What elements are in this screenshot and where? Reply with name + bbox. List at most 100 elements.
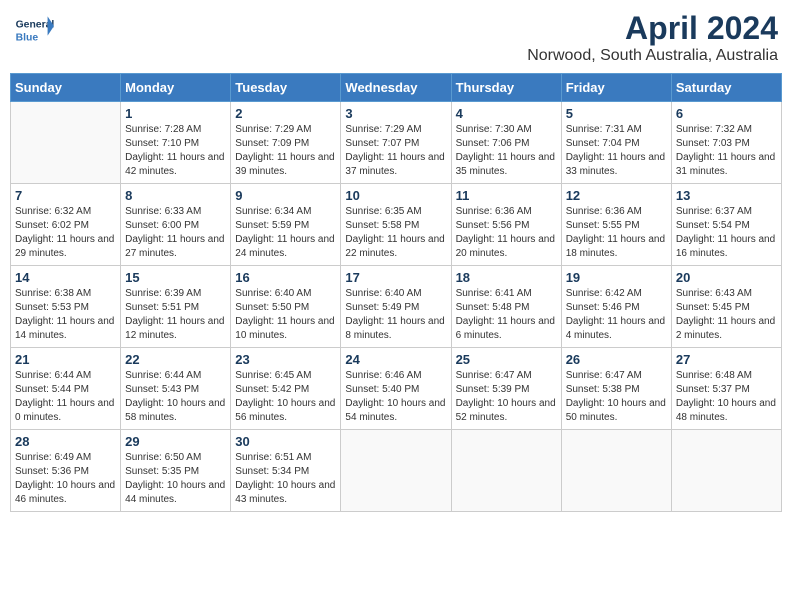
day-info: Sunrise: 7:30 AM Sunset: 7:06 PM Dayligh… xyxy=(456,123,557,179)
day-number: 21 xyxy=(15,352,116,367)
day-number: 9 xyxy=(235,188,336,203)
day-number: 27 xyxy=(676,352,777,367)
day-number: 4 xyxy=(456,106,557,121)
day-info: Sunrise: 6:37 AM Sunset: 5:54 PM Dayligh… xyxy=(676,205,777,261)
day-number: 13 xyxy=(676,188,777,203)
calendar-cell: 13 Sunrise: 6:37 AM Sunset: 5:54 PM Dayli… xyxy=(671,184,781,266)
day-info: Sunrise: 6:40 AM Sunset: 5:50 PM Dayligh… xyxy=(235,287,336,343)
weekday-tuesday: Tuesday xyxy=(231,74,341,102)
day-number: 29 xyxy=(125,434,226,449)
calendar-week-row: 21 Sunrise: 6:44 AM Sunset: 5:44 PM Dayli… xyxy=(11,348,782,430)
calendar-cell: 2 Sunrise: 7:29 AM Sunset: 7:09 PM Daylig… xyxy=(231,102,341,184)
calendar-cell: 17 Sunrise: 6:40 AM Sunset: 5:49 PM Dayli… xyxy=(341,266,451,348)
weekday-friday: Friday xyxy=(561,74,671,102)
day-info: Sunrise: 6:36 AM Sunset: 5:55 PM Dayligh… xyxy=(566,205,667,261)
day-number: 7 xyxy=(15,188,116,203)
day-info: Sunrise: 6:36 AM Sunset: 5:56 PM Dayligh… xyxy=(456,205,557,261)
calendar-cell: 26 Sunrise: 6:47 AM Sunset: 5:38 PM Dayli… xyxy=(561,348,671,430)
day-info: Sunrise: 7:28 AM Sunset: 7:10 PM Dayligh… xyxy=(125,123,226,179)
day-number: 23 xyxy=(235,352,336,367)
logo: General Blue xyxy=(14,10,56,50)
day-number: 25 xyxy=(456,352,557,367)
day-info: Sunrise: 6:51 AM Sunset: 5:34 PM Dayligh… xyxy=(235,451,336,507)
calendar-cell xyxy=(11,102,121,184)
day-info: Sunrise: 6:44 AM Sunset: 5:43 PM Dayligh… xyxy=(125,369,226,425)
calendar-week-row: 28Sunrise: 6:49 AM Sunset: 5:36 PM Dayli… xyxy=(11,430,782,512)
day-number: 20 xyxy=(676,270,777,285)
day-number: 1 xyxy=(125,106,226,121)
day-info: Sunrise: 6:46 AM Sunset: 5:40 PM Dayligh… xyxy=(345,369,446,425)
calendar-cell: 3 Sunrise: 7:29 AM Sunset: 7:07 PM Daylig… xyxy=(341,102,451,184)
day-info: Sunrise: 6:33 AM Sunset: 6:00 PM Dayligh… xyxy=(125,205,226,261)
calendar-cell xyxy=(561,430,671,512)
day-info: Sunrise: 6:34 AM Sunset: 5:59 PM Dayligh… xyxy=(235,205,336,261)
calendar-cell: 12Sunrise: 6:36 AM Sunset: 5:55 PM Dayli… xyxy=(561,184,671,266)
day-number: 6 xyxy=(676,106,777,121)
calendar-cell: 30Sunrise: 6:51 AM Sunset: 5:34 PM Dayli… xyxy=(231,430,341,512)
svg-text:Blue: Blue xyxy=(16,32,39,43)
weekday-sunday: Sunday xyxy=(11,74,121,102)
weekday-saturday: Saturday xyxy=(671,74,781,102)
page-header: General Blue April 2024 Norwood, South A… xyxy=(10,10,782,65)
day-number: 19 xyxy=(566,270,667,285)
calendar-cell xyxy=(671,430,781,512)
calendar-week-row: 14 Sunrise: 6:38 AM Sunset: 5:53 PM Dayli… xyxy=(11,266,782,348)
day-info: Sunrise: 6:45 AM Sunset: 5:42 PM Dayligh… xyxy=(235,369,336,425)
calendar-cell: 14 Sunrise: 6:38 AM Sunset: 5:53 PM Dayli… xyxy=(11,266,121,348)
calendar-cell: 16 Sunrise: 6:40 AM Sunset: 5:50 PM Dayli… xyxy=(231,266,341,348)
calendar-cell: 22 Sunrise: 6:44 AM Sunset: 5:43 PM Dayli… xyxy=(121,348,231,430)
month-title: April 2024 xyxy=(527,10,778,47)
day-number: 14 xyxy=(15,270,116,285)
calendar-week-row: 7 Sunrise: 6:32 AM Sunset: 6:02 PM Daylig… xyxy=(11,184,782,266)
calendar-cell: 19 Sunrise: 6:42 AM Sunset: 5:46 PM Dayli… xyxy=(561,266,671,348)
day-number: 15 xyxy=(125,270,226,285)
day-info: Sunrise: 6:48 AM Sunset: 5:37 PM Dayligh… xyxy=(676,369,777,425)
title-area: April 2024 Norwood, South Australia, Aus… xyxy=(527,10,778,65)
day-info: Sunrise: 6:41 AM Sunset: 5:48 PM Dayligh… xyxy=(456,287,557,343)
calendar-cell: 28Sunrise: 6:49 AM Sunset: 5:36 PM Dayli… xyxy=(11,430,121,512)
day-number: 11 xyxy=(456,188,557,203)
calendar-cell: 18 Sunrise: 6:41 AM Sunset: 5:48 PM Dayli… xyxy=(451,266,561,348)
day-number: 5 xyxy=(566,106,667,121)
day-info: Sunrise: 6:43 AM Sunset: 5:45 PM Dayligh… xyxy=(676,287,777,343)
calendar-cell: 25 Sunrise: 6:47 AM Sunset: 5:39 PM Dayli… xyxy=(451,348,561,430)
day-info: Sunrise: 7:29 AM Sunset: 7:09 PM Dayligh… xyxy=(235,123,336,179)
day-info: Sunrise: 7:31 AM Sunset: 7:04 PM Dayligh… xyxy=(566,123,667,179)
day-number: 16 xyxy=(235,270,336,285)
calendar-cell: 8 Sunrise: 6:33 AM Sunset: 6:00 PM Daylig… xyxy=(121,184,231,266)
weekday-wednesday: Wednesday xyxy=(341,74,451,102)
day-info: Sunrise: 6:40 AM Sunset: 5:49 PM Dayligh… xyxy=(345,287,446,343)
day-number: 18 xyxy=(456,270,557,285)
weekday-monday: Monday xyxy=(121,74,231,102)
day-info: Sunrise: 7:29 AM Sunset: 7:07 PM Dayligh… xyxy=(345,123,446,179)
calendar-cell: 9 Sunrise: 6:34 AM Sunset: 5:59 PM Daylig… xyxy=(231,184,341,266)
calendar-cell: 6 Sunrise: 7:32 AM Sunset: 7:03 PM Daylig… xyxy=(671,102,781,184)
day-number: 10 xyxy=(345,188,446,203)
day-info: Sunrise: 6:50 AM Sunset: 5:35 PM Dayligh… xyxy=(125,451,226,507)
day-info: Sunrise: 6:32 AM Sunset: 6:02 PM Dayligh… xyxy=(15,205,116,261)
day-info: Sunrise: 6:47 AM Sunset: 5:38 PM Dayligh… xyxy=(566,369,667,425)
day-info: Sunrise: 6:42 AM Sunset: 5:46 PM Dayligh… xyxy=(566,287,667,343)
calendar-cell: 24 Sunrise: 6:46 AM Sunset: 5:40 PM Dayli… xyxy=(341,348,451,430)
weekday-thursday: Thursday xyxy=(451,74,561,102)
day-info: Sunrise: 6:38 AM Sunset: 5:53 PM Dayligh… xyxy=(15,287,116,343)
day-number: 24 xyxy=(345,352,446,367)
calendar-cell: 11 Sunrise: 6:36 AM Sunset: 5:56 PM Dayli… xyxy=(451,184,561,266)
calendar-cell: 4 Sunrise: 7:30 AM Sunset: 7:06 PM Daylig… xyxy=(451,102,561,184)
day-number: 8 xyxy=(125,188,226,203)
weekday-header-row: SundayMondayTuesdayWednesdayThursdayFrid… xyxy=(11,74,782,102)
day-number: 17 xyxy=(345,270,446,285)
day-number: 26 xyxy=(566,352,667,367)
calendar-cell: 29 Sunrise: 6:50 AM Sunset: 5:35 PM Dayli… xyxy=(121,430,231,512)
day-info: Sunrise: 6:47 AM Sunset: 5:39 PM Dayligh… xyxy=(456,369,557,425)
day-info: Sunrise: 6:44 AM Sunset: 5:44 PM Dayligh… xyxy=(15,369,116,425)
day-number: 2 xyxy=(235,106,336,121)
calendar-cell xyxy=(341,430,451,512)
calendar-cell xyxy=(451,430,561,512)
day-info: Sunrise: 6:39 AM Sunset: 5:51 PM Dayligh… xyxy=(125,287,226,343)
day-number: 3 xyxy=(345,106,446,121)
day-info: Sunrise: 7:32 AM Sunset: 7:03 PM Dayligh… xyxy=(676,123,777,179)
day-number: 28 xyxy=(15,434,116,449)
day-number: 22 xyxy=(125,352,226,367)
calendar-cell: 1 Sunrise: 7:28 AM Sunset: 7:10 PM Daylig… xyxy=(121,102,231,184)
